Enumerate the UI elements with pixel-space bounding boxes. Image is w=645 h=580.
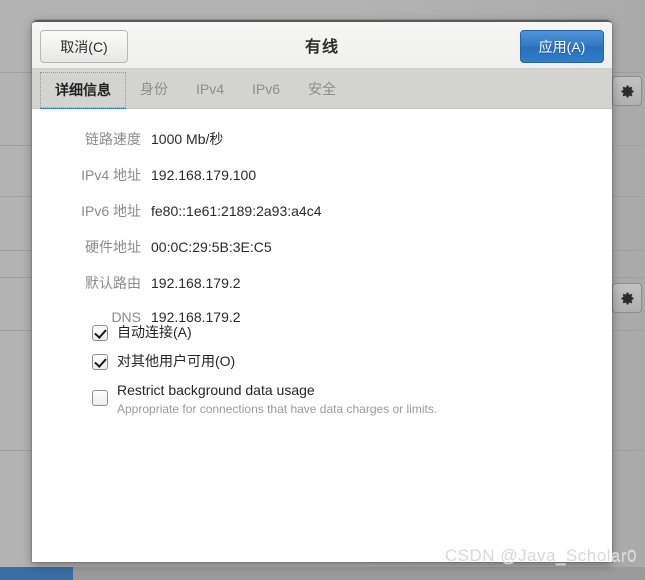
option-row-restrict-background-data[interactable]: Restrict background data usage Appropria… (92, 382, 542, 417)
option-description: Appropriate for connections that have da… (117, 402, 438, 416)
detail-row: 链路速度 1000 Mb/秒 (32, 129, 612, 165)
network-settings-button-2[interactable] (612, 283, 642, 313)
tab-identity[interactable]: 身份 (126, 69, 182, 108)
checkbox-available-to-others[interactable] (92, 354, 108, 370)
options-group: 自动连接(A) 对其他用户可用(O) Restrict background d… (92, 324, 542, 417)
detail-label: IPv6 地址 (81, 203, 141, 219)
tab-security[interactable]: 安全 (294, 69, 350, 108)
detail-value: 192.168.179.2 (151, 309, 241, 325)
gear-icon (620, 84, 635, 99)
dialog-header: 取消(C) 有线 应用(A) (32, 20, 612, 69)
taskbar (0, 567, 645, 580)
detail-row: 默认路由 192.168.179.2 (32, 273, 612, 309)
dialog-body: 链路速度 1000 Mb/秒 IPv4 地址 192.168.179.100 I… (32, 109, 612, 562)
checkbox-autoconnect[interactable] (92, 325, 108, 341)
detail-value: fe80::1e61:2189:2a93:a4c4 (151, 203, 322, 219)
option-label: 自动连接(A) (117, 324, 192, 340)
tab-bar: 详细信息 身份 IPv4 IPv6 安全 (32, 69, 612, 111)
detail-label: 默认路由 (85, 275, 141, 291)
option-row-available-to-others[interactable]: 对其他用户可用(O) (92, 353, 542, 370)
detail-value: 1000 Mb/秒 (151, 131, 224, 147)
detail-row: IPv4 地址 192.168.179.100 (32, 165, 612, 201)
connection-details-list: 链路速度 1000 Mb/秒 IPv4 地址 192.168.179.100 I… (32, 129, 612, 345)
taskbar-active-item[interactable] (0, 567, 73, 580)
tab-details[interactable]: 详细信息 (40, 72, 126, 111)
detail-value: 00:0C:29:5B:3E:C5 (151, 239, 272, 255)
network-settings-button-1[interactable] (612, 76, 642, 106)
wired-connection-dialog: 取消(C) 有线 应用(A) 详细信息 身份 IPv4 IPv6 安全 链路速度… (32, 20, 612, 562)
tab-ipv4[interactable]: IPv4 (182, 69, 238, 108)
option-label: 对其他用户可用(O) (117, 353, 236, 369)
detail-label: 链路速度 (85, 131, 141, 147)
detail-row: 硬件地址 00:0C:29:5B:3E:C5 (32, 237, 612, 273)
screen: 取消(C) 有线 应用(A) 详细信息 身份 IPv4 IPv6 安全 链路速度… (0, 0, 645, 580)
option-label: Restrict background data usage (117, 382, 315, 398)
apply-button[interactable]: 应用(A) (520, 30, 604, 63)
detail-label: 硬件地址 (85, 239, 141, 255)
detail-label: IPv4 地址 (81, 167, 141, 183)
checkbox-restrict-background-data[interactable] (92, 390, 108, 406)
watermark: CSDN @Java_Scholar0 (444, 546, 637, 565)
option-row-autoconnect[interactable]: 自动连接(A) (92, 324, 542, 341)
detail-value: 192.168.179.100 (151, 167, 257, 183)
detail-row: IPv6 地址 fe80::1e61:2189:2a93:a4c4 (32, 201, 612, 237)
tab-ipv6[interactable]: IPv6 (238, 69, 294, 108)
gear-icon (620, 291, 635, 306)
detail-value: 192.168.179.2 (151, 275, 241, 291)
detail-label: DNS (111, 309, 141, 325)
